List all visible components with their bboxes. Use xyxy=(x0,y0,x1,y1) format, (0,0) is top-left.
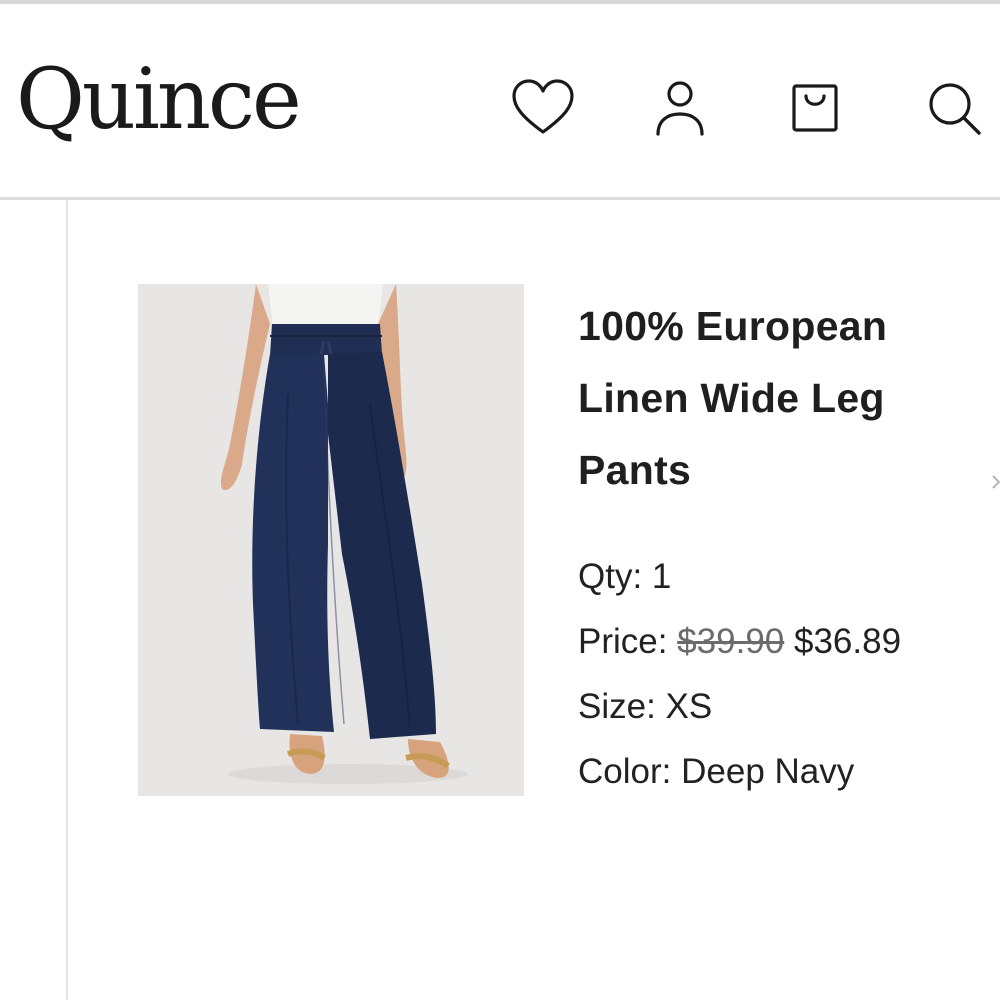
left-rail-divider xyxy=(66,200,68,1000)
price-row: Price: $39.90 $36.89 xyxy=(578,609,988,674)
product-photo[interactable] xyxy=(138,284,524,796)
qty-value: 1 xyxy=(651,557,672,596)
site-header: Quince xyxy=(0,4,1000,197)
qty-row: Qty: 1 xyxy=(578,544,988,609)
color-row: Color: Deep Navy xyxy=(578,739,988,804)
color-label: Color: xyxy=(578,752,672,791)
original-price: $39.90 xyxy=(677,622,785,661)
account-icon[interactable] xyxy=(648,76,712,140)
size-value: XS xyxy=(665,687,713,726)
color-value: Deep Navy xyxy=(681,752,855,791)
search-icon[interactable] xyxy=(922,76,986,140)
size-label: Size: xyxy=(578,687,656,726)
product-title[interactable]: 100% European Linen Wide Leg Pants xyxy=(578,290,988,506)
header-divider xyxy=(0,197,1000,200)
product-details: 100% European Linen Wide Leg Pants Qty: … xyxy=(578,290,988,804)
quince-logo[interactable]: Quince xyxy=(16,44,302,154)
chevron-right-icon[interactable] xyxy=(992,472,1000,492)
heart-icon[interactable] xyxy=(511,76,575,140)
shopping-bag-icon[interactable] xyxy=(783,76,847,140)
order-item-page: Quince 100% European Linen Wide Leg Pant… xyxy=(0,0,1000,1000)
sale-price: $36.89 xyxy=(794,622,902,661)
qty-label: Qty: xyxy=(578,557,643,596)
size-row: Size: XS xyxy=(578,674,988,739)
price-label: Price: xyxy=(578,622,668,661)
